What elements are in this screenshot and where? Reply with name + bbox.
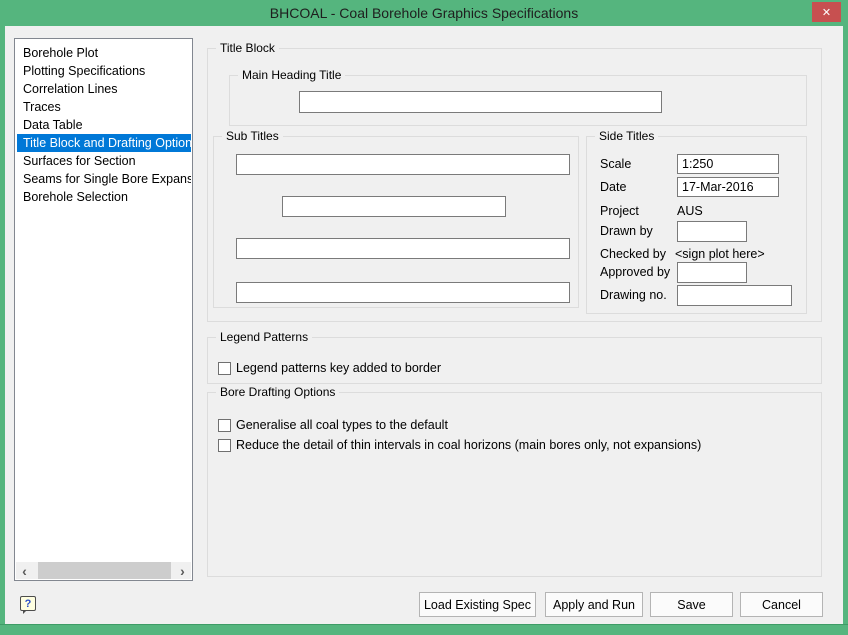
sidebar-item-title-block-drafting-options[interactable]: Title Block and Drafting Options — [17, 134, 191, 152]
main-heading-title-group: Main Heading Title — [229, 75, 807, 126]
sub-title-input-2[interactable] — [282, 196, 506, 217]
title-block-group: Title Block Main Heading Title Sub Title… — [207, 48, 822, 322]
window-title: BHCOAL - Coal Borehole Graphics Specific… — [0, 0, 848, 26]
spec-section-listbox: Borehole Plot Plotting Specifications Co… — [14, 38, 193, 581]
drawn-by-label: Drawn by — [600, 221, 653, 241]
help-icon: ? — [25, 598, 32, 610]
reduce-thin-intervals-checkbox-label: Reduce the detail of thin intervals in c… — [236, 438, 701, 452]
close-icon: ✕ — [822, 6, 831, 19]
scale-label: Scale — [600, 154, 631, 174]
dialog-body: Borehole Plot Plotting Specifications Co… — [5, 26, 843, 624]
cancel-button[interactable]: Cancel — [740, 592, 823, 617]
reduce-thin-intervals-checkbox[interactable] — [218, 439, 231, 452]
sidebar-item-data-table[interactable]: Data Table — [17, 116, 191, 134]
sub-title-input-1[interactable] — [236, 154, 570, 175]
sub-title-input-3[interactable] — [236, 238, 570, 259]
window-frame-bottom — [0, 624, 848, 635]
title-block-group-label: Title Block — [216, 41, 279, 55]
generalise-coal-types-checkbox[interactable] — [218, 419, 231, 432]
legend-patterns-group-label: Legend Patterns — [216, 330, 312, 344]
load-existing-spec-button[interactable]: Load Existing Spec — [419, 592, 536, 617]
sidebar-item-seams-single-bore-expansion[interactable]: Seams for Single Bore Expansion — [17, 170, 191, 188]
checked-by-label: Checked by — [600, 244, 666, 264]
scale-input[interactable] — [677, 154, 779, 174]
scroll-left-arrow-icon[interactable]: ‹ — [16, 562, 33, 579]
approved-by-input[interactable] — [677, 262, 747, 283]
generalise-coal-types-checkbox-row: Generalise all coal types to the default — [218, 417, 448, 433]
horizontal-scrollbar[interactable]: ‹ › — [16, 562, 191, 579]
reduce-thin-intervals-checkbox-row: Reduce the detail of thin intervals in c… — [218, 437, 701, 453]
sub-title-input-4[interactable] — [236, 282, 570, 303]
date-label: Date — [600, 177, 626, 197]
sidebar-item-plotting-specifications[interactable]: Plotting Specifications — [17, 62, 191, 80]
sidebar-item-traces[interactable]: Traces — [17, 98, 191, 116]
project-label: Project — [600, 201, 639, 221]
approved-by-label: Approved by — [600, 262, 670, 282]
project-value: AUS — [677, 201, 703, 221]
spec-section-list: Borehole Plot Plotting Specifications Co… — [17, 44, 191, 206]
apply-and-run-button[interactable]: Apply and Run — [545, 592, 643, 617]
legend-key-checkbox[interactable] — [218, 362, 231, 375]
dialog-window: BHCOAL - Coal Borehole Graphics Specific… — [0, 0, 848, 635]
drawing-no-input[interactable] — [677, 285, 792, 306]
sidebar-item-borehole-plot[interactable]: Borehole Plot — [17, 44, 191, 62]
titlebar: BHCOAL - Coal Borehole Graphics Specific… — [0, 0, 848, 26]
side-titles-group-label: Side Titles — [595, 129, 658, 143]
generalise-coal-types-checkbox-label: Generalise all coal types to the default — [236, 418, 448, 432]
scrollbar-thumb[interactable] — [38, 562, 171, 579]
sub-titles-group-label: Sub Titles — [222, 129, 283, 143]
scroll-right-arrow-icon[interactable]: › — [174, 562, 191, 579]
drawing-no-label: Drawing no. — [600, 285, 667, 305]
main-heading-title-group-label: Main Heading Title — [238, 68, 345, 82]
help-button[interactable]: ? — [20, 596, 36, 611]
side-titles-group: Side Titles Scale Date Project AUS Drawn… — [586, 136, 807, 314]
main-heading-title-input[interactable] — [299, 91, 662, 113]
bore-drafting-options-group: Bore Drafting Options Generalise all coa… — [207, 392, 822, 577]
checked-by-value: <sign plot here> — [675, 244, 765, 264]
legend-key-checkbox-row: Legend patterns key added to border — [218, 360, 441, 376]
close-button[interactable]: ✕ — [812, 2, 841, 22]
sidebar-item-surfaces-for-section[interactable]: Surfaces for Section — [17, 152, 191, 170]
sidebar-item-correlation-lines[interactable]: Correlation Lines — [17, 80, 191, 98]
sub-titles-group: Sub Titles — [213, 136, 579, 308]
drawn-by-input[interactable] — [677, 221, 747, 242]
legend-key-checkbox-label: Legend patterns key added to border — [236, 361, 441, 375]
date-input[interactable] — [677, 177, 779, 197]
sidebar-item-borehole-selection[interactable]: Borehole Selection — [17, 188, 191, 206]
bore-drafting-options-group-label: Bore Drafting Options — [216, 385, 339, 399]
save-button[interactable]: Save — [650, 592, 733, 617]
legend-patterns-group: Legend Patterns Legend patterns key adde… — [207, 337, 822, 384]
